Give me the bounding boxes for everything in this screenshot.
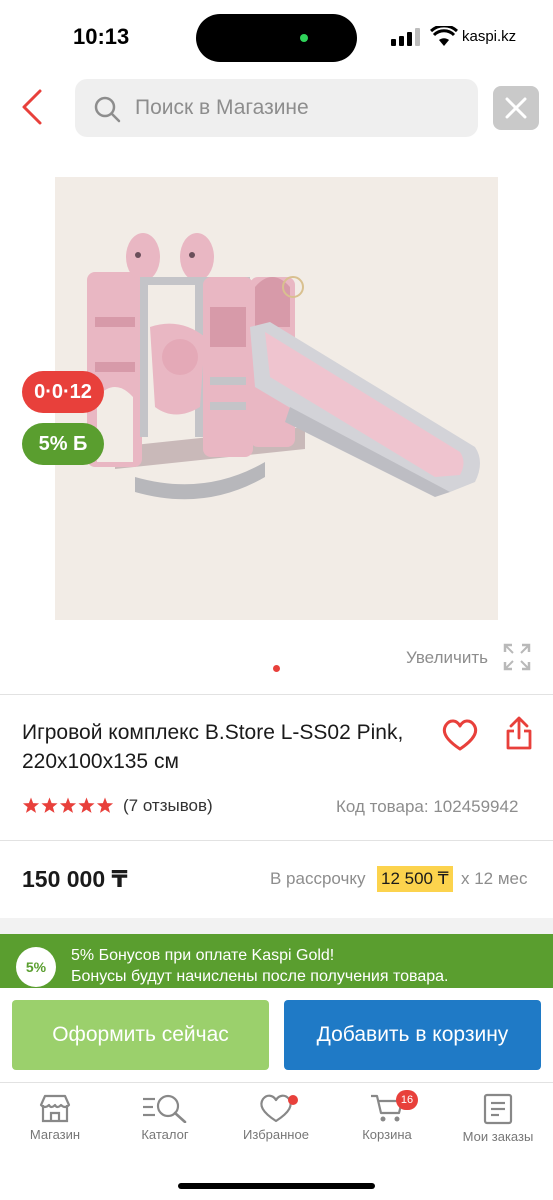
notification-dot xyxy=(288,1095,298,1105)
favorite-heart-icon[interactable] xyxy=(441,718,479,752)
zoom-label[interactable]: Увеличить xyxy=(406,648,488,668)
clear-search-button[interactable] xyxy=(493,86,539,130)
signal-icon xyxy=(391,28,423,46)
divider xyxy=(0,840,553,841)
tab-store[interactable]: Магазин xyxy=(0,1093,110,1163)
search-placeholder: Поиск в Магазине xyxy=(135,96,309,119)
product-image[interactable] xyxy=(55,177,498,620)
tab-label: Мои заказы xyxy=(462,1129,534,1144)
wifi-icon xyxy=(430,26,458,46)
product-code: Код товара: 102459942 xyxy=(336,797,519,816)
bonus-banner[interactable]: 5% 5% Бонусов при оплате Kaspi Gold! Бон… xyxy=(0,934,553,988)
share-icon[interactable] xyxy=(505,716,533,750)
star-icon xyxy=(59,797,77,813)
catalog-icon xyxy=(143,1094,187,1123)
rating-stars xyxy=(22,797,114,813)
tab-favorites[interactable]: Избранное xyxy=(221,1093,331,1163)
reviews-link[interactable]: (7 отзывов) xyxy=(123,796,213,816)
bonus-banner-title: 5% Бонусов при оплате Kaspi Gold! xyxy=(71,947,335,964)
action-bar: Оформить сейчас Добавить в корзину xyxy=(0,988,553,1082)
tab-catalog[interactable]: Каталог xyxy=(110,1093,220,1163)
tab-label: Корзина xyxy=(362,1127,412,1142)
search-input[interactable]: Поиск в Магазине xyxy=(75,79,478,137)
store-icon xyxy=(39,1094,71,1123)
cart-count-badge: 16 xyxy=(396,1090,418,1110)
star-icon xyxy=(41,797,58,813)
add-to-cart-button[interactable]: Добавить в корзину xyxy=(284,1000,541,1070)
installment-amount: 12 500 ₸ xyxy=(377,866,453,892)
tab-label: Каталог xyxy=(141,1127,189,1142)
star-icon xyxy=(22,797,40,813)
divider xyxy=(0,694,553,695)
product-title: Игровой комплекс B.Store L-SS02 Pink, 22… xyxy=(22,721,404,773)
expand-icon[interactable] xyxy=(503,643,531,671)
tab-label: Магазин xyxy=(29,1127,81,1142)
bonus-circle: 5% xyxy=(16,947,56,987)
section-separator xyxy=(0,918,553,934)
installment-badge: 0·0·12 xyxy=(22,371,104,413)
tab-orders[interactable]: Мои заказы xyxy=(443,1093,553,1163)
bonus-banner-subtitle: Бонусы будут начислены после получения т… xyxy=(71,968,449,985)
camera-indicator-icon xyxy=(300,34,308,42)
star-icon xyxy=(78,797,95,813)
close-icon xyxy=(505,97,527,119)
status-time: 10:13 xyxy=(73,24,130,49)
back-arrow-icon[interactable] xyxy=(18,88,48,126)
installment-prefix: В рассрочку xyxy=(270,869,366,888)
search-icon xyxy=(94,96,121,123)
orders-icon xyxy=(483,1093,513,1125)
star-icon xyxy=(96,797,114,813)
status-bar: 10:13 kaspi.kz xyxy=(0,0,553,74)
carousel-indicator xyxy=(273,665,280,672)
home-indicator xyxy=(178,1183,375,1189)
bonus-badge: 5% Б xyxy=(22,423,104,465)
carrier-label: kaspi.kz xyxy=(462,28,517,45)
buy-now-button[interactable]: Оформить сейчас xyxy=(12,1000,269,1070)
installment-suffix: x 12 мес xyxy=(461,869,528,888)
playground-illustration xyxy=(87,233,480,500)
price: 150 000 ₸ xyxy=(22,866,128,892)
tab-cart[interactable]: 16 Корзина xyxy=(332,1090,442,1163)
tab-label: Избранное xyxy=(243,1127,309,1142)
dynamic-island xyxy=(196,14,357,62)
